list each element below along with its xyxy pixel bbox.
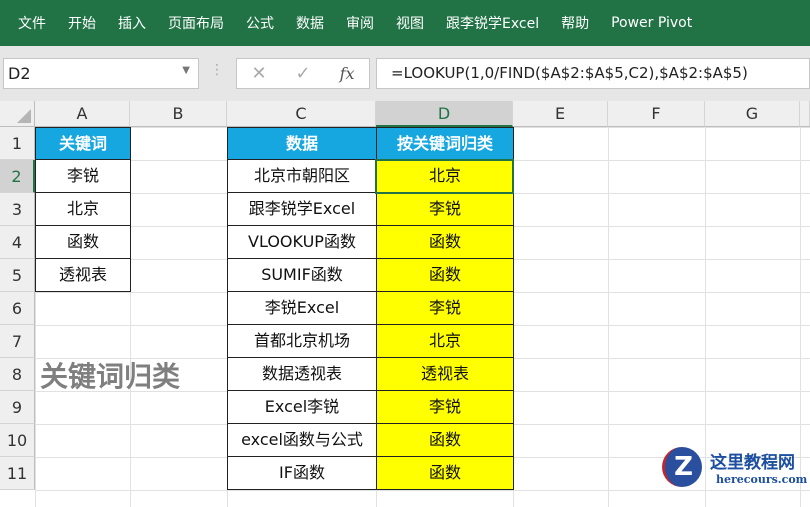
keyword-cell[interactable]: 李锐 <box>35 159 131 193</box>
menu-tab[interactable]: 文件 <box>18 13 46 33</box>
row-header-6[interactable]: 6 <box>0 292 35 325</box>
row-header-10[interactable]: 10 <box>0 424 35 457</box>
data-cell[interactable]: 首都北京机场 <box>227 324 377 358</box>
column-header-D[interactable]: D <box>376 101 513 127</box>
row-header-11[interactable]: 11 <box>0 457 35 490</box>
watermark-logo: Z 这里教程网 herecours.com <box>662 447 807 487</box>
category-cell[interactable]: 李锐 <box>376 390 514 424</box>
category-header-cell[interactable]: 按关键词归类 <box>376 127 514 160</box>
enter-icon[interactable]: ✓ <box>296 63 311 84</box>
category-cell[interactable]: 李锐 <box>376 192 514 226</box>
menu-tab[interactable]: 跟李锐学Excel <box>446 13 539 33</box>
data-cell[interactable]: Excel李锐 <box>227 390 377 424</box>
menu-tab[interactable]: 页面布局 <box>168 13 224 33</box>
column-header-F[interactable]: F <box>608 101 705 127</box>
menu-tab[interactable]: Power Pivot <box>611 15 692 31</box>
data-cell[interactable]: 李锐Excel <box>227 291 377 325</box>
gridline <box>608 127 609 507</box>
category-cell[interactable]: 函数 <box>376 423 514 457</box>
row-header-5[interactable]: 5 <box>0 259 35 292</box>
cancel-icon[interactable]: ✕ <box>251 63 266 84</box>
menu-tab[interactable]: 视图 <box>396 13 424 33</box>
select-all-button[interactable] <box>0 101 35 127</box>
column-header[interactable] <box>800 101 810 127</box>
formula-bar-area: D2 ▼ ⋮ ✕ ✓ fx =LOOKUP(1,0/FIND($A$2:$A$5,… <box>0 46 810 101</box>
menu-tab[interactable]: 开始 <box>68 13 96 33</box>
drag-handle-icon[interactable]: ⋮ <box>210 62 224 78</box>
row-header-8[interactable]: 8 <box>0 358 35 391</box>
column-header-B[interactable]: B <box>130 101 227 127</box>
watermark-name: 这里教程网 <box>710 453 795 473</box>
sheet-title-text: 关键词归类 <box>40 360 181 393</box>
data-header-cell[interactable]: 数据 <box>227 127 377 160</box>
formula-input[interactable]: =LOOKUP(1,0/FIND($A$2:$A$5,C2),$A$2:$A$5… <box>376 58 810 89</box>
ribbon-menu: 文件 开始 插入 页面布局 公式 数据 审阅 视图 跟李锐学Excel 帮助 Power Pivot <box>0 0 810 46</box>
category-cell[interactable]: 函数 <box>376 456 514 490</box>
data-cell[interactable]: 北京市朝阳区 <box>227 159 377 193</box>
menu-tab[interactable]: 公式 <box>246 13 274 33</box>
menu-tab[interactable]: 插入 <box>118 13 146 33</box>
menu-tab[interactable]: 数据 <box>296 13 324 33</box>
insert-function-icon[interactable]: fx <box>340 64 355 83</box>
data-cell[interactable]: 跟李锐学Excel <box>227 192 377 226</box>
column-header-G[interactable]: G <box>705 101 800 127</box>
data-cell[interactable]: VLOOKUP函数 <box>227 225 377 259</box>
data-cell[interactable]: excel函数与公式 <box>227 423 377 457</box>
keyword-cell[interactable]: 透视表 <box>35 258 131 292</box>
keyword-cell[interactable]: 函数 <box>35 225 131 259</box>
column-header-C[interactable]: C <box>227 101 376 127</box>
category-cell[interactable]: 李锐 <box>376 291 514 325</box>
row-header-7[interactable]: 7 <box>0 325 35 358</box>
logo-icon: Z <box>662 447 702 487</box>
menu-tab[interactable]: 审阅 <box>346 13 374 33</box>
row-header-3[interactable]: 3 <box>0 193 35 226</box>
row-header-1[interactable]: 1 <box>0 127 35 160</box>
keyword-cell[interactable]: 北京 <box>35 192 131 226</box>
column-header-E[interactable]: E <box>513 101 608 127</box>
row-header-9[interactable]: 9 <box>0 391 35 424</box>
category-cell[interactable]: 北京 <box>376 324 514 358</box>
watermark-url: herecours.com <box>716 473 808 486</box>
active-cell-cursor <box>375 159 514 194</box>
data-cell[interactable]: 数据透视表 <box>227 357 377 391</box>
category-cell[interactable]: 函数 <box>376 225 514 259</box>
category-cell[interactable]: 透视表 <box>376 357 514 391</box>
gridline <box>35 490 810 491</box>
menu-tab[interactable]: 帮助 <box>561 13 589 33</box>
column-header-A[interactable]: A <box>35 101 130 127</box>
name-box[interactable]: D2 ▼ <box>3 58 199 89</box>
row-header-2[interactable]: 2 <box>0 160 35 193</box>
chevron-down-icon[interactable]: ▼ <box>182 65 190 76</box>
name-box-value: D2 <box>8 64 31 83</box>
category-cell[interactable]: 函数 <box>376 258 514 292</box>
keyword-header-cell[interactable]: 关键词 <box>35 127 131 160</box>
row-header-4[interactable]: 4 <box>0 226 35 259</box>
data-cell[interactable]: SUMIF函数 <box>227 258 377 292</box>
formula-buttons: ✕ ✓ fx <box>236 58 370 89</box>
data-cell[interactable]: IF函数 <box>227 456 377 490</box>
